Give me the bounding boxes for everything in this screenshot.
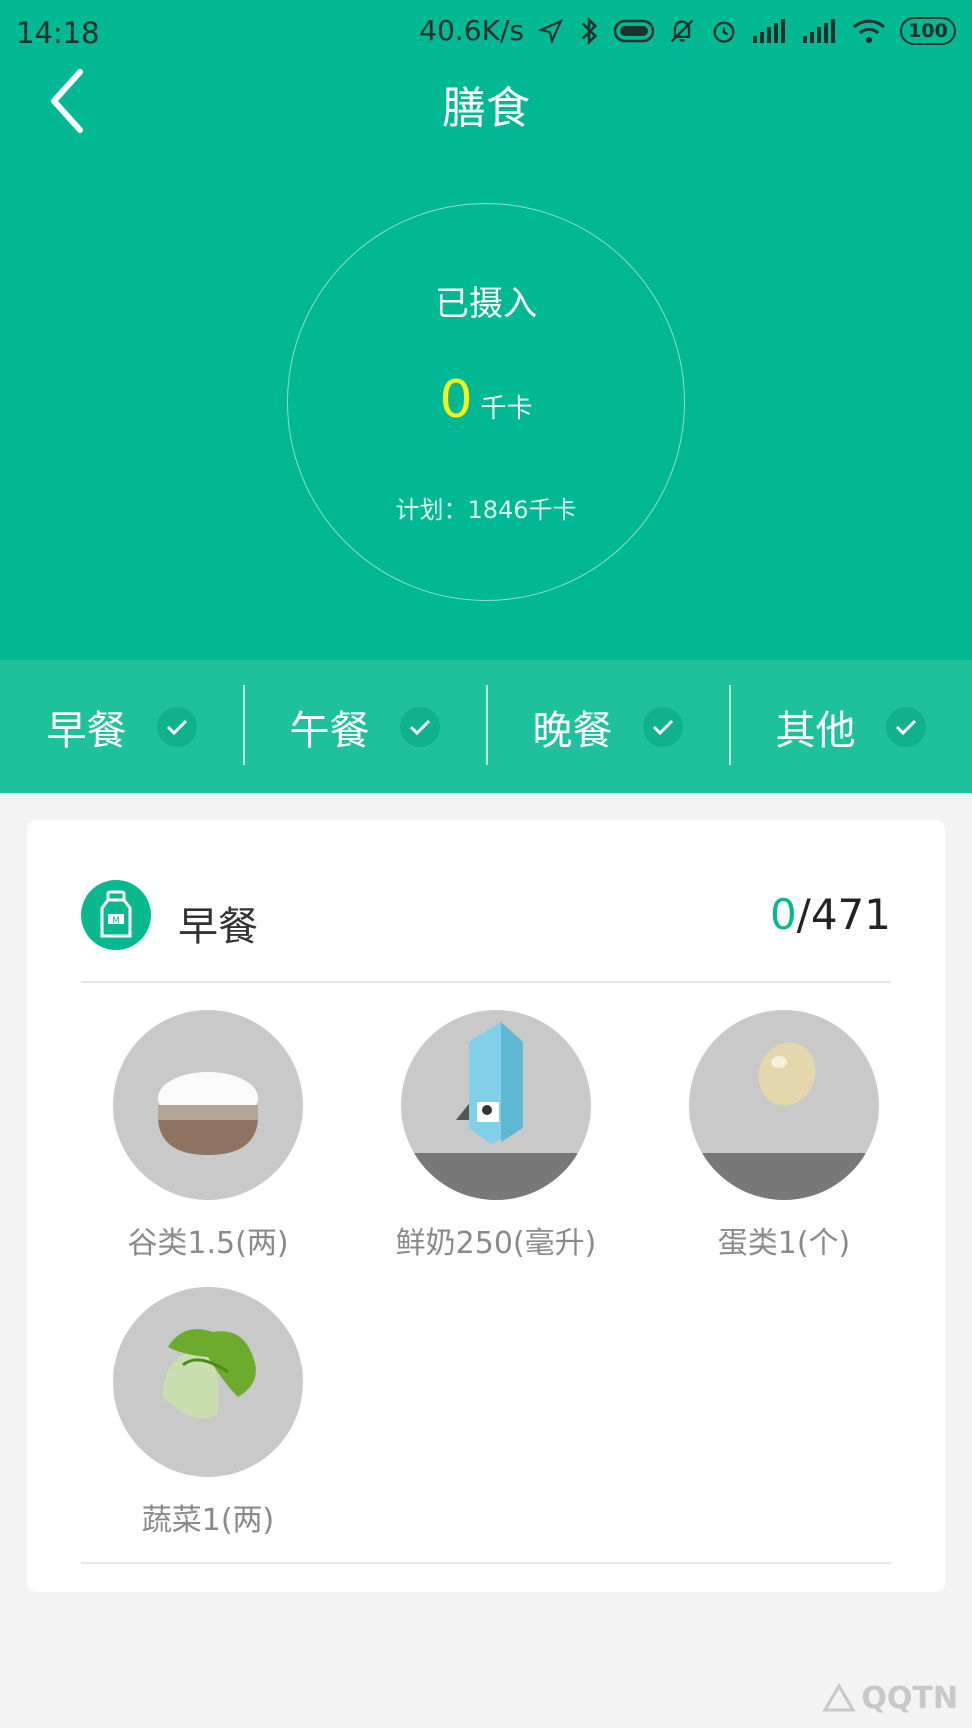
cabbage-icon bbox=[113, 1287, 303, 1477]
plan-text: 计划：1846千卡 bbox=[395, 496, 577, 524]
tab-label: 其他 bbox=[775, 707, 856, 754]
meal-card: M 早餐 0/471 谷类1.5(两) 鲜奶250(毫升) 蛋类1(个) 蔬菜1… bbox=[27, 820, 945, 1592]
status-time: 14:18 bbox=[16, 16, 100, 50]
intake-value: 0 bbox=[439, 370, 473, 430]
tab-breakfast[interactable]: 早餐 bbox=[0, 660, 243, 793]
tab-label: 晚餐 bbox=[532, 707, 613, 754]
food-label: 鲜奶250(毫升) bbox=[395, 1226, 597, 1261]
meal-name: 早餐 bbox=[178, 904, 258, 950]
watermark-logo: QQTN bbox=[821, 1680, 958, 1716]
signal-icon bbox=[752, 18, 788, 44]
food-label: 谷类1.5(两) bbox=[127, 1226, 289, 1261]
check-icon bbox=[156, 706, 197, 747]
tab-label: 早餐 bbox=[46, 707, 127, 754]
check-icon bbox=[885, 706, 926, 747]
egg-icon bbox=[689, 1010, 879, 1200]
divider bbox=[81, 1562, 891, 1564]
status-bar: 14:18 40.6K/s 100 bbox=[0, 0, 972, 66]
meal-header: M 早餐 0/471 bbox=[81, 880, 891, 960]
svg-text:M: M bbox=[112, 916, 120, 926]
food-label: 蔬菜1(两) bbox=[141, 1503, 275, 1538]
mute-bell-icon bbox=[668, 17, 696, 45]
food-item-milk[interactable]: 鲜奶250(毫升) bbox=[376, 1010, 616, 1262]
food-label: 蛋类1(个) bbox=[717, 1226, 851, 1261]
tab-label: 午餐 bbox=[289, 707, 370, 754]
intake-readout: 0 千卡 bbox=[0, 370, 972, 430]
milk-bottle-icon: M bbox=[81, 880, 151, 950]
battery-level: 100 bbox=[908, 19, 948, 42]
wifi-icon bbox=[852, 17, 886, 45]
location-icon bbox=[538, 18, 564, 44]
intake-label: 已摄入 bbox=[435, 284, 537, 324]
food-item-egg[interactable]: 蛋类1(个) bbox=[664, 1010, 904, 1262]
battery-icon: 100 bbox=[900, 16, 956, 45]
tab-dinner[interactable]: 晚餐 bbox=[486, 660, 729, 793]
check-icon bbox=[399, 706, 440, 747]
toggle-icon bbox=[614, 19, 654, 43]
alarm-icon bbox=[710, 17, 738, 45]
food-item-vegetable[interactable]: 蔬菜1(两) bbox=[88, 1287, 328, 1539]
intake-unit: 千卡 bbox=[480, 394, 533, 424]
rice-bowl-icon bbox=[113, 1010, 303, 1200]
meal-count-target: /471 bbox=[796, 890, 891, 939]
food-item-grain[interactable]: 谷类1.5(两) bbox=[88, 1010, 328, 1262]
signal-icon-2 bbox=[802, 18, 838, 44]
check-icon bbox=[642, 706, 683, 747]
bluetooth-icon bbox=[578, 16, 600, 46]
tab-lunch[interactable]: 午餐 bbox=[243, 660, 486, 793]
network-speed: 40.6K/s bbox=[419, 14, 524, 47]
milk-carton-icon bbox=[401, 1010, 591, 1200]
tab-other[interactable]: 其他 bbox=[729, 660, 972, 793]
meal-count: 0/471 bbox=[770, 890, 891, 939]
watermark-text: QQTN bbox=[861, 1680, 958, 1716]
meal-count-current: 0 bbox=[769, 890, 797, 939]
divider bbox=[81, 981, 891, 983]
page-title: 膳食 bbox=[442, 83, 530, 134]
meal-tabs: 早餐 午餐 晚餐 其他 bbox=[0, 660, 972, 793]
